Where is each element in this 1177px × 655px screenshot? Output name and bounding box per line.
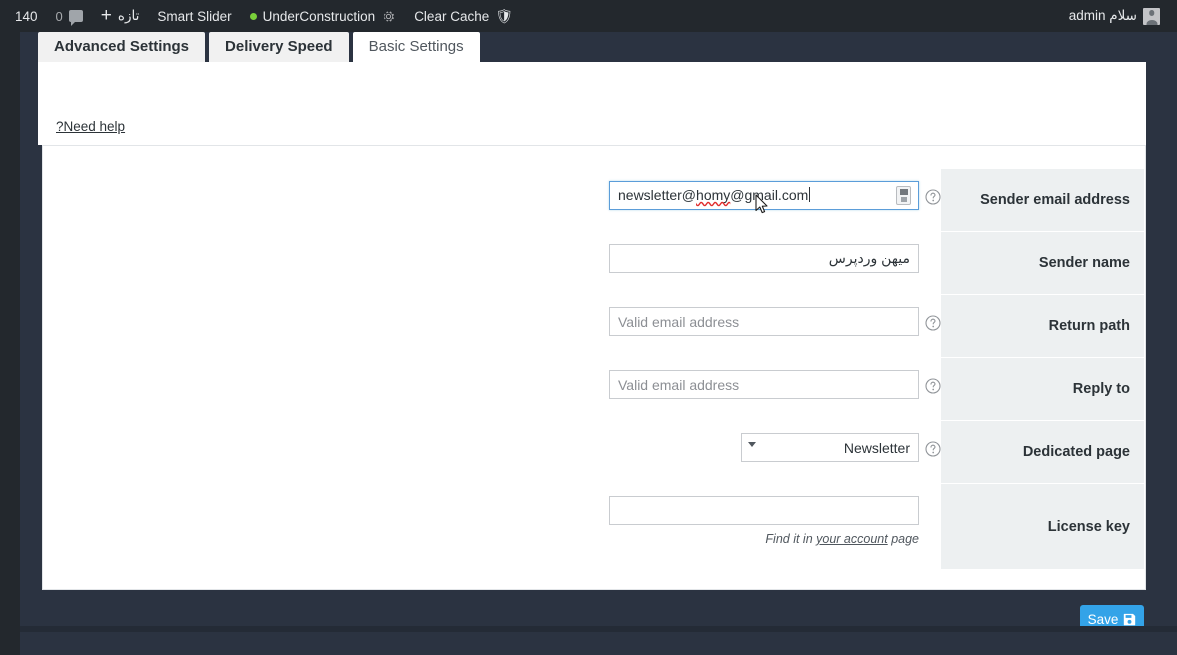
settings-header-card: ?Need help <box>38 62 1146 145</box>
label-return-path-text: Return path <box>1048 318 1130 334</box>
need-help-link[interactable]: ?Need help <box>56 119 125 134</box>
admin-bar-comments[interactable]: 0 <box>47 0 92 32</box>
sender-email-input[interactable] <box>609 181 919 210</box>
field-dedicated-page: Newsletter <box>611 421 941 462</box>
label-sender-email-address-text: Sender email address <box>980 192 1130 208</box>
settings-row-reply-to: Reply to <box>41 358 1145 421</box>
admin-bar-new-content[interactable]: تازه + <box>92 0 149 32</box>
tab-delivery-speed[interactable]: Delivery Speed <box>209 32 349 62</box>
admin-bar-notification-count[interactable]: 140 <box>6 0 47 32</box>
dedicated-page-select[interactable]: Newsletter <box>741 433 919 462</box>
settings-rows: Sender email address newsletter@homy@gma… <box>41 169 1145 570</box>
help-circle-icon[interactable] <box>925 189 941 205</box>
admin-menu-rail <box>0 0 20 655</box>
label-license-key-text: License key <box>1047 518 1130 535</box>
reply-to-input[interactable] <box>609 370 919 399</box>
settings-row-sender-name: Sender name <box>41 232 1145 295</box>
need-help-row: ?Need help <box>38 119 1146 134</box>
plus-icon: + <box>100 4 112 26</box>
gear-icon <box>381 9 396 24</box>
contact-card-icon[interactable] <box>896 186 911 205</box>
save-button-label: Save <box>1087 612 1119 627</box>
label-sender-name: Sender name <box>941 232 1144 294</box>
settings-row-sender-email: Sender email address newsletter@homy@gma… <box>41 169 1145 232</box>
field-sender-email-address: newsletter@homy@gmail.com <box>609 169 941 210</box>
license-key-hint: Find it in your account page <box>609 532 919 546</box>
admin-bar-comment-count: 0 <box>55 8 63 24</box>
settings-row-license-key: License key Find it in your account page <box>41 484 1145 570</box>
floppy-save-icon <box>1124 613 1136 626</box>
user-avatar-icon <box>1143 7 1160 25</box>
admin-bar-smart-slider[interactable]: Smart Slider <box>148 0 240 32</box>
settings-row-return-path: Return path <box>41 295 1145 358</box>
field-return-path <box>609 295 941 336</box>
field-license-key: Find it in your account page <box>609 484 941 546</box>
admin-bar-new-label: تازه <box>117 8 140 23</box>
label-reply-to: Reply to <box>941 358 1144 420</box>
wp-admin-bar: سلام admin 🛡 Clear Cache UnderConstructi… <box>0 0 1177 32</box>
label-license-key: License key <box>941 484 1144 569</box>
admin-bar-clear-cache[interactable]: 🛡 Clear Cache <box>405 0 522 32</box>
comment-bubble-icon <box>68 10 83 26</box>
tab-basic-settings[interactable]: Basic Settings <box>352 32 480 62</box>
help-circle-icon[interactable] <box>925 441 941 457</box>
dedicated-page-select-wrap: Newsletter <box>741 433 919 462</box>
status-dot-icon <box>249 12 257 20</box>
sender-name-input[interactable] <box>609 244 919 273</box>
settings-tabs: Basic Settings Delivery Speed Advanced S… <box>20 32 1177 62</box>
admin-bar-clear-cache-label: Clear Cache <box>414 8 490 24</box>
label-reply-to-text: Reply to <box>1072 381 1130 397</box>
footer-area <box>20 632 1177 655</box>
admin-bar-my-account[interactable]: سلام admin <box>1060 0 1169 32</box>
return-path-input[interactable] <box>609 307 919 336</box>
label-dedicated-page-text: Dedicated page <box>1022 444 1130 460</box>
help-circle-icon[interactable] <box>925 378 941 394</box>
help-circle-icon[interactable] <box>925 315 941 331</box>
admin-bar-under-construction-label: UnderConstruction <box>262 8 376 24</box>
settings-panel: Sender email address newsletter@homy@gma… <box>42 145 1146 590</box>
sender-email-input-wrap: newsletter@homy@gmail.com <box>609 181 919 210</box>
label-sender-name-text: Sender name <box>1038 255 1130 271</box>
admin-bar-under-construction[interactable]: UnderConstruction <box>241 0 406 32</box>
license-key-input[interactable] <box>609 496 919 525</box>
label-return-path: Return path <box>941 295 1144 357</box>
notification-count-label: 140 <box>15 8 38 24</box>
tab-advanced-settings[interactable]: Advanced Settings <box>38 32 206 62</box>
page-wrap: ?Need help Basic Settings Delivery Speed… <box>20 32 1177 655</box>
shield-cache-icon: 🛡 <box>495 8 514 24</box>
settings-row-dedicated-page: Dedicated page Newsletter <box>41 421 1145 484</box>
admin-bar-smart-slider-label: Smart Slider <box>157 8 232 24</box>
license-hint-before: Find it in <box>765 532 817 546</box>
field-sender-name <box>609 232 941 273</box>
label-dedicated-page: Dedicated page <box>941 421 1144 483</box>
label-sender-email-address: Sender email address <box>941 169 1144 231</box>
field-reply-to <box>609 358 941 399</box>
admin-bar-greeting: سلام admin <box>1068 8 1137 23</box>
your-account-link[interactable]: your account <box>816 532 888 546</box>
license-hint-after: page <box>887 532 919 546</box>
